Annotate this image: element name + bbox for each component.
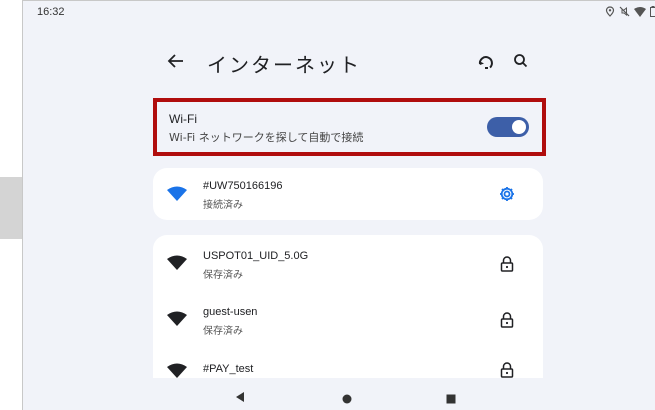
screen: 16:32 インターネット Wi-Fi Wi-Fi ネットワークを探して自動で接… <box>0 0 655 410</box>
back-triangle-icon <box>236 392 244 402</box>
status-time: 16:32 <box>37 6 65 18</box>
network-ssid: #PAY_test <box>203 363 254 375</box>
refresh-button[interactable] <box>476 52 496 72</box>
home-circle-icon <box>342 394 352 404</box>
network-ssid: USPOT01_UID_5.0G <box>203 250 309 262</box>
nav-recents-button[interactable] <box>446 389 456 408</box>
status-bar: 16:32 <box>23 1 655 23</box>
wifi-icon <box>167 255 187 270</box>
tablet-screen: 16:32 インターネット Wi-Fi Wi-Fi ネットワークを探して自動で接… <box>22 0 655 410</box>
recents-square-icon <box>446 394 456 404</box>
network-status: 保存済み <box>203 326 243 337</box>
wifi-signal-icon <box>634 6 646 17</box>
network-row[interactable]: guest-usen 保存済み <box>153 293 543 343</box>
status-icons <box>605 6 655 17</box>
wifi-label: Wi-Fi <box>169 112 197 126</box>
side-panel-tab <box>0 177 22 239</box>
network-status: 接続済み <box>203 200 243 211</box>
connected-network-card: #UW750166196 接続済み <box>153 168 543 220</box>
network-ssid: guest-usen <box>203 306 258 318</box>
refresh-icon <box>478 56 493 69</box>
page-title: インターネット <box>207 53 361 77</box>
lock-icon <box>500 256 514 272</box>
nav-back-button[interactable] <box>234 388 246 407</box>
lock-icon <box>500 312 514 328</box>
battery-icon <box>650 6 655 17</box>
network-ssid: #UW750166196 <box>203 180 283 192</box>
saved-networks-card: USPOT01_UID_5.0G 保存済み guest-usen 保存済み #P… <box>153 235 543 385</box>
wifi-icon <box>167 363 187 378</box>
search-icon <box>514 54 528 68</box>
arrow-left-icon <box>167 54 183 68</box>
network-status: 保存済み <box>203 270 243 281</box>
lock-icon <box>500 362 514 378</box>
location-icon <box>605 6 615 17</box>
app-bar: インターネット <box>165 41 545 81</box>
wifi-switch[interactable] <box>487 117 529 137</box>
search-button[interactable] <box>511 51 531 71</box>
mute-icon <box>619 6 630 17</box>
gear-icon[interactable] <box>498 185 516 203</box>
navigation-bar <box>23 378 655 410</box>
wifi-icon <box>167 186 187 201</box>
wifi-toggle-row[interactable]: Wi-Fi Wi-Fi ネットワークを探して自動で接続 <box>153 98 546 156</box>
wifi-description: Wi-Fi ネットワークを探して自動で接続 <box>169 131 364 144</box>
network-row-connected[interactable]: #UW750166196 接続済み <box>153 169 543 219</box>
back-button[interactable] <box>165 50 187 72</box>
switch-knob <box>512 120 526 134</box>
nav-home-button[interactable] <box>342 389 352 408</box>
network-row[interactable]: USPOT01_UID_5.0G 保存済み <box>153 237 543 287</box>
wifi-icon <box>167 311 187 326</box>
